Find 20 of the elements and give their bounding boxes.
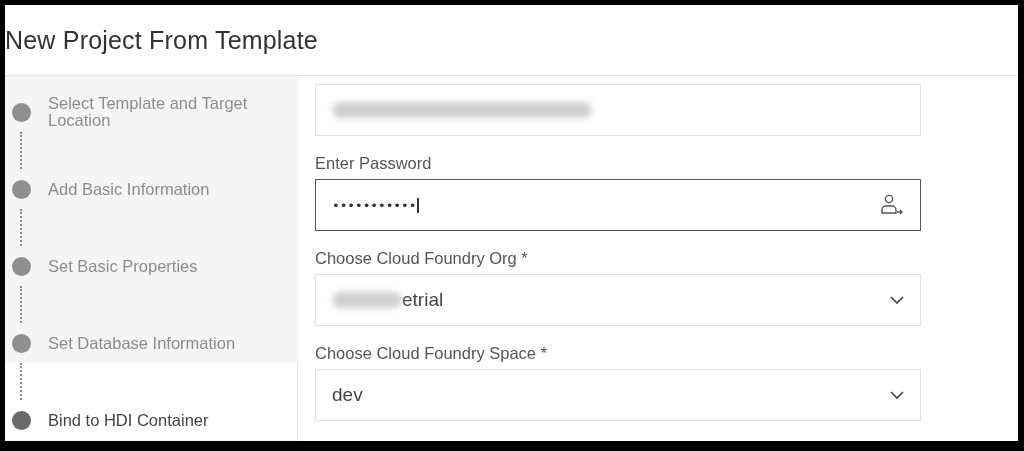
chevron-down-icon <box>890 295 904 305</box>
step-dot <box>12 102 31 122</box>
step-dot <box>12 179 31 199</box>
wizard-step[interactable]: Bind to HDI Container <box>5 363 297 440</box>
select-value: etrial <box>402 289 444 311</box>
dialog-title: New Project From Template <box>5 25 318 55</box>
dropdown-field[interactable]: etrial <box>315 274 921 326</box>
field-label: Choose Cloud Foundry Org * <box>315 249 529 268</box>
chevron-down-icon <box>890 390 904 400</box>
person-arrow-icon <box>880 194 904 216</box>
field-label: Enter Password <box>315 154 433 173</box>
password-value: ••••••••••• <box>332 197 420 213</box>
select-value: dev <box>332 384 363 406</box>
step-dot <box>12 333 31 353</box>
step-dot <box>12 256 31 276</box>
password-field[interactable]: ••••••••••• <box>315 179 921 231</box>
step-dot <box>12 410 31 430</box>
input-field[interactable] <box>315 84 921 136</box>
dropdown-field[interactable]: dev <box>315 369 921 421</box>
field-label: Choose Cloud Foundry Space * <box>315 344 549 363</box>
